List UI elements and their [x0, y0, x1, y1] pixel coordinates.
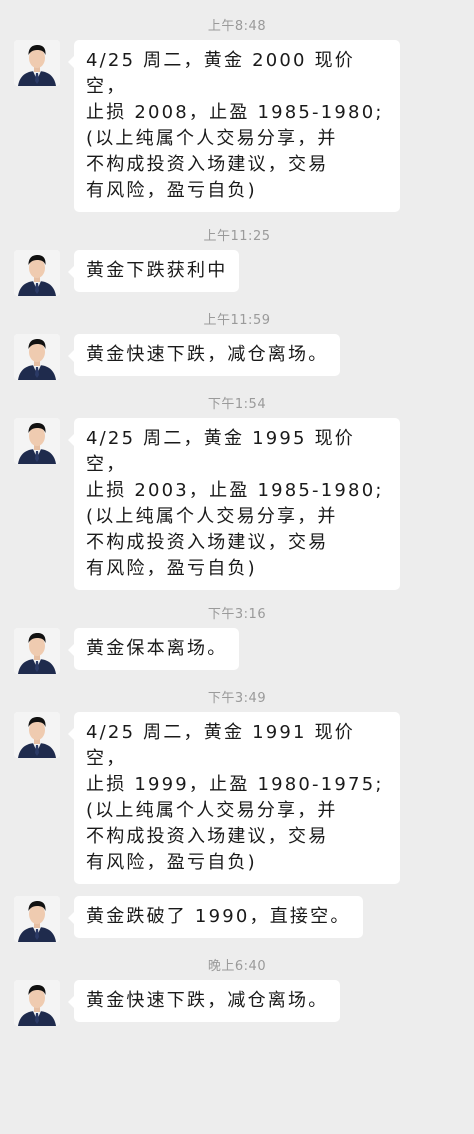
- avatar-icon[interactable]: [14, 40, 60, 86]
- message-timestamp: 上午11:59: [203, 313, 271, 328]
- message-bubble[interactable]: 4/25 周二，黄金 2000 现价空， 止损 2008，止盈 1985-198…: [68, 40, 400, 212]
- message-row: 4/25 周二，黄金 1991 现价空， 止损 1999，止盈 1980-197…: [0, 712, 474, 884]
- avatar-icon[interactable]: [14, 418, 60, 464]
- avatar-icon[interactable]: [14, 980, 60, 1026]
- message-bubble[interactable]: 4/25 周二，黄金 1995 现价空， 止损 2003，止盈 1985-198…: [68, 418, 400, 590]
- message-timestamp: 上午8:48: [207, 19, 267, 34]
- message-bubble[interactable]: 黄金保本离场。: [67, 628, 240, 670]
- message-row: 4/25 周二，黄金 2000 现价空， 止损 2008，止盈 1985-198…: [0, 40, 474, 212]
- avatar-icon[interactable]: [14, 628, 60, 674]
- message-bubble[interactable]: 黄金快速下跌，减仓离场。: [67, 334, 341, 376]
- message-timestamp: 下午3:16: [207, 607, 267, 622]
- avatar-icon[interactable]: [14, 896, 60, 942]
- avatar-icon[interactable]: [14, 250, 60, 296]
- chat-history: 上午8:48 4/25 周二，黄金 2000 现价空， 止损 2008，止盈 19…: [0, 0, 474, 1134]
- message-row: 黄金跌破了 1990，直接空。: [0, 896, 474, 942]
- message-timestamp: 下午3:49: [207, 691, 267, 706]
- message-bubble[interactable]: 黄金快速下跌，减仓离场。: [67, 980, 341, 1022]
- message-row: 4/25 周二，黄金 1995 现价空， 止损 2003，止盈 1985-198…: [0, 418, 474, 590]
- message-timestamp: 晚上6:40: [207, 959, 267, 974]
- message-row: 黄金下跌获利中: [0, 250, 474, 296]
- message-bubble[interactable]: 4/25 周二，黄金 1991 现价空， 止损 1999，止盈 1980-197…: [68, 712, 400, 884]
- avatar-icon[interactable]: [14, 712, 60, 758]
- message-bubble[interactable]: 黄金下跌获利中: [67, 250, 240, 292]
- avatar-icon[interactable]: [14, 334, 60, 380]
- message-bubble[interactable]: 黄金跌破了 1990，直接空。: [68, 896, 363, 938]
- message-timestamp: 上午11:25: [203, 229, 271, 244]
- message-row: 黄金快速下跌，减仓离场。: [0, 980, 474, 1026]
- message-row: 黄金快速下跌，减仓离场。: [0, 334, 474, 380]
- message-timestamp: 下午1:54: [207, 397, 267, 412]
- message-row: 黄金保本离场。: [0, 628, 474, 674]
